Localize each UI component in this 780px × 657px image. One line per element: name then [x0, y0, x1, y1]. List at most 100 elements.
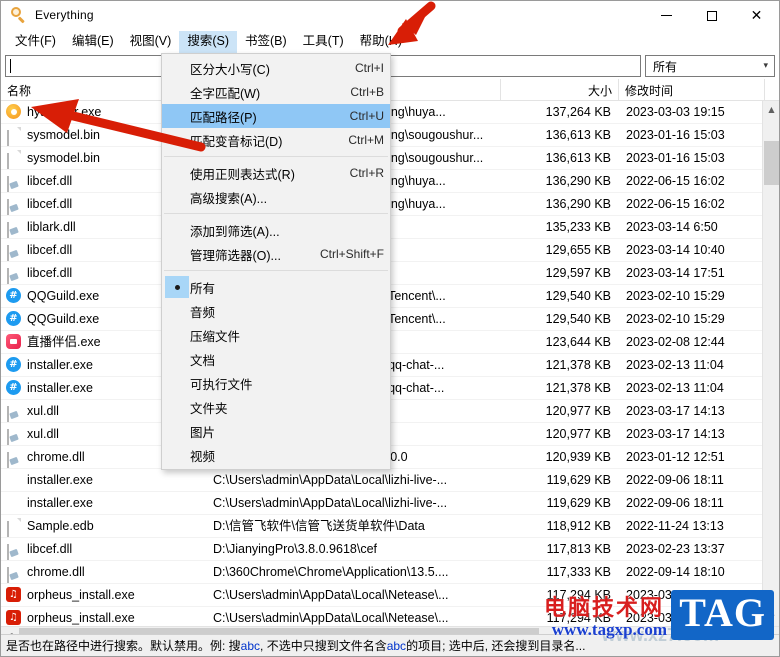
- menu-bookmark[interactable]: 书签(B): [237, 31, 295, 53]
- everything-window: Everything ✕ 文件(F) 编辑(E) 视图(V) 搜索(S) 书签(…: [0, 0, 780, 657]
- cell-name: installer.exe: [1, 469, 207, 492]
- dll-icon: [6, 564, 22, 583]
- watermark-tag: TAG: [671, 590, 774, 640]
- menu-tools[interactable]: 工具(T): [295, 31, 352, 53]
- file-icon: [6, 127, 22, 146]
- file-size: 136,290 KB: [545, 173, 611, 188]
- dll-icon: [6, 242, 22, 261]
- column-header-size[interactable]: 大小: [501, 79, 619, 101]
- menu-separator: [164, 213, 388, 214]
- menu-view[interactable]: 视图(V): [122, 31, 180, 53]
- file-date: 2022-09-14 18:10: [626, 564, 725, 579]
- menu-option-accelerator: Ctrl+I: [354, 61, 384, 75]
- menu-file[interactable]: 文件(F): [7, 31, 64, 53]
- menu-option-label: 压缩文件: [190, 329, 241, 344]
- menu-help[interactable]: 帮助(H): [352, 31, 410, 53]
- file-path: C:\Users\admin\AppData\Local\lizhi-live-…: [213, 495, 448, 510]
- menu-option-accelerator: Ctrl+B: [350, 85, 384, 99]
- menu-search[interactable]: 搜索(S): [179, 30, 237, 53]
- file-name: Sample.edb: [27, 518, 94, 533]
- menu-option[interactable]: 使用正则表达式(R) Ctrl+R: [162, 161, 390, 185]
- menu-option-label: 添加到筛选(A)...: [190, 224, 280, 239]
- menu-option-label: 可执行文件: [190, 377, 253, 392]
- file-size: 121,378 KB: [545, 380, 611, 395]
- menu-option[interactable]: 文档: [162, 347, 390, 371]
- file-name: QQGuild.exe: [27, 311, 100, 326]
- file-size: 129,655 KB: [545, 242, 611, 257]
- file-name: QQGuild.exe: [27, 288, 100, 303]
- table-row[interactable]: installer.exe C:\Users\admin\AppData\Loca…: [1, 469, 779, 492]
- menu-gutter: [162, 128, 190, 152]
- minimize-button[interactable]: [644, 1, 689, 30]
- file-date: 2022-09-06 18:11: [626, 472, 724, 487]
- vertical-scrollbar[interactable]: ▲ ▼: [762, 101, 779, 626]
- dll-icon: [6, 173, 22, 192]
- file-name: installer.exe: [27, 472, 94, 487]
- file-path: D:\360Chrome\Chrome\Application\13.5....: [213, 564, 449, 579]
- menu-edit[interactable]: 编辑(E): [64, 31, 122, 53]
- menu-option[interactable]: 视频: [162, 443, 390, 467]
- file-icon: [6, 518, 22, 537]
- menu-option[interactable]: 压缩文件: [162, 323, 390, 347]
- menu-separator: [164, 270, 388, 271]
- file-name: libcef.dll: [27, 173, 73, 188]
- table-row[interactable]: Sample.edb D:\信管飞软件\信管飞送货单软件\Data 118,912 …: [1, 515, 779, 538]
- file-date: 2023-02-08 12:44: [626, 334, 725, 349]
- menu-gutter: [162, 161, 190, 185]
- red-ball-icon: [6, 495, 22, 511]
- menu-option-label: 使用正则表达式(R): [190, 167, 295, 182]
- file-date: 2023-03-14 6:50: [626, 219, 718, 234]
- scroll-up-icon[interactable]: ▲: [763, 101, 779, 118]
- menu-gutter: [162, 242, 190, 266]
- cell-name: installer.exe: [1, 492, 207, 515]
- file-date: 2023-01-16 15:03: [626, 150, 725, 165]
- menu-option[interactable]: 高级搜索(A)...: [162, 185, 390, 209]
- watermark-url: www.tagxp.com: [551, 620, 667, 639]
- close-button[interactable]: ✕: [734, 1, 779, 30]
- table-row[interactable]: libcef.dll D:\JianyingPro\3.8.0.9618\cef 1…: [1, 538, 779, 561]
- menu-option-label: 视频: [190, 449, 216, 464]
- file-name: installer.exe: [27, 380, 94, 395]
- chevron-down-icon: ▾: [763, 61, 768, 71]
- menu-option[interactable]: 可执行文件: [162, 371, 390, 395]
- menu-gutter: [162, 419, 190, 443]
- column-header-date[interactable]: 修改时间: [619, 79, 765, 101]
- cell-name: ♫ orpheus_install.exe: [1, 607, 207, 627]
- menu-option[interactable]: 匹配变音标记(D) Ctrl+M: [162, 128, 390, 152]
- file-name: xul.dll: [27, 403, 59, 418]
- menu-bar: 文件(F) 编辑(E) 视图(V) 搜索(S) 书签(B) 工具(T) 帮助(H…: [1, 30, 779, 53]
- file-path: D:\JianyingPro\3.8.0.9618\cef: [213, 541, 377, 556]
- maximize-button[interactable]: [689, 1, 734, 30]
- filter-dropdown[interactable]: 所有 ▾: [645, 55, 775, 77]
- menu-option[interactable]: 全字匹配(W) Ctrl+B: [162, 80, 390, 104]
- watermark-tag-text: TAG: [671, 590, 774, 640]
- menu-option[interactable]: 文件夹: [162, 395, 390, 419]
- menu-gutter: [162, 323, 190, 347]
- menu-option-label: 匹配变音标记(D): [190, 134, 283, 149]
- menu-option[interactable]: 所有: [162, 275, 390, 299]
- menu-option[interactable]: 区分大小写(C) Ctrl+I: [162, 56, 390, 80]
- menu-separator: [164, 156, 388, 157]
- file-size: 136,613 KB: [545, 150, 611, 165]
- menu-option-label: 文件夹: [190, 401, 228, 416]
- dll-icon: [6, 449, 22, 468]
- file-size: 118,912 KB: [546, 518, 611, 533]
- hash-icon: #: [6, 380, 22, 396]
- netease-icon: ♫: [6, 587, 22, 603]
- menu-option[interactable]: 管理筛选器(O)... Ctrl+Shift+F: [162, 242, 390, 266]
- table-row[interactable]: installer.exe C:\Users\admin\AppData\Loca…: [1, 492, 779, 515]
- file-size: 117,813 KB: [546, 541, 611, 556]
- table-row[interactable]: chrome.dll D:\360Chrome\Chrome\Applicatio…: [1, 561, 779, 584]
- vertical-scroll-thumb[interactable]: [764, 141, 779, 185]
- file-date: 2023-02-13 11:04: [626, 380, 724, 395]
- file-name: libcef.dll: [27, 242, 73, 257]
- file-size: 120,939 KB: [545, 449, 611, 464]
- menu-option[interactable]: 匹配路径(P) Ctrl+U: [162, 104, 390, 128]
- menu-option[interactable]: 添加到筛选(A)...: [162, 218, 390, 242]
- menu-option[interactable]: 音频: [162, 299, 390, 323]
- file-size: 117,333 KB: [546, 564, 611, 579]
- search-dropdown-menu: 区分大小写(C) Ctrl+I 全字匹配(W) Ctrl+B 匹配路径(P) Ctrl+U…: [161, 53, 391, 470]
- menu-option[interactable]: 图片: [162, 419, 390, 443]
- file-size: 129,597 KB: [545, 265, 611, 280]
- file-name: liblark.dll: [27, 219, 76, 234]
